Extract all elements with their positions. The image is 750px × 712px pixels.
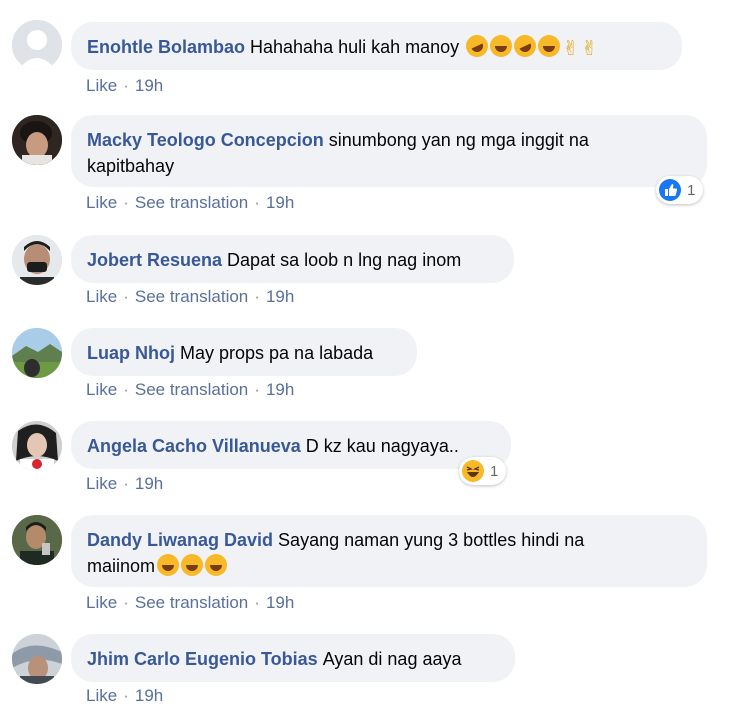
separator-dot: · (123, 474, 129, 493)
timestamp-link[interactable]: 19h (135, 686, 163, 705)
comment-bubble: Luap Nhoj May props pa na labada (71, 328, 417, 376)
comment-actions: Like · See translation · 19h (86, 193, 294, 213)
separator-dot: · (123, 686, 129, 705)
comment-actions: Like · See translation · 19h (86, 593, 294, 613)
reaction-count: 1 (490, 462, 499, 480)
avatar[interactable] (12, 634, 62, 684)
comment-actions: Like · 19h (86, 76, 163, 96)
comment-text: sinumbong yan ng mga inggit na (328, 130, 589, 150)
comment-author-link[interactable]: Macky Teologo Concepcion (87, 130, 324, 150)
comment-text-continued: kapitbahay (87, 156, 175, 176)
avatar[interactable] (12, 328, 62, 378)
avatar[interactable] (12, 20, 62, 70)
separator-dot: · (123, 593, 129, 612)
avatar[interactable] (12, 515, 62, 565)
comment-author-link[interactable]: Angela Cacho Villanueva (87, 436, 301, 456)
timestamp-link[interactable]: 19h (135, 474, 163, 493)
comment-actions: Like · 19h (86, 474, 163, 494)
separator-dot: · (254, 193, 260, 212)
separator-dot: · (254, 287, 260, 306)
rofl-emoji-icon (462, 31, 492, 61)
comment-author-link[interactable]: Enohtle Bolambao (87, 37, 245, 57)
separator-dot: · (123, 193, 129, 212)
see-translation-link[interactable]: See translation (135, 593, 248, 612)
timestamp-link[interactable]: 19h (266, 287, 294, 306)
see-translation-link[interactable]: See translation (135, 193, 248, 212)
like-link[interactable]: Like (86, 593, 117, 612)
haha-reaction-icon (462, 460, 484, 482)
victory-hand-icon: ✌ (562, 38, 579, 60)
separator-dot: · (254, 593, 260, 612)
like-link[interactable]: Like (86, 287, 117, 306)
comment-bubble: Jhim Carlo Eugenio Tobias Ayan di nag aay… (71, 634, 515, 682)
comment-author-link[interactable]: Dandy Liwanag David (87, 530, 273, 550)
comment-author-link[interactable]: Jobert Resuena (87, 250, 222, 270)
avatar[interactable] (12, 421, 62, 471)
see-translation-link[interactable]: See translation (135, 380, 248, 399)
avatar[interactable] (12, 115, 62, 165)
laugh-emoji-icon (490, 35, 513, 57)
comment-text: May props pa na labada (180, 343, 374, 363)
comment-bubble: Jobert Resuena Dapat sa loob n lng nag in… (71, 235, 514, 283)
like-reaction-icon (659, 179, 681, 201)
comment-text: Hahahaha huli kah manoy (250, 37, 460, 57)
timestamp-link[interactable]: 19h (135, 76, 163, 95)
comment-bubble: Enohtle Bolambao Hahahaha huli kah manoy … (71, 22, 682, 70)
avatar[interactable] (12, 235, 62, 285)
comment-bubble: Dandy Liwanag David Sayang naman yung 3 b… (71, 515, 707, 587)
separator-dot: · (123, 287, 129, 306)
comment-text: Sayang naman yung 3 bottles hindi na (278, 530, 585, 550)
separator-dot: · (254, 380, 260, 399)
comment-text: Ayan di nag aaya (322, 649, 462, 669)
timestamp-link[interactable]: 19h (266, 193, 294, 212)
reaction-count: 1 (687, 181, 696, 199)
comment-actions: Like · 19h (86, 686, 163, 706)
comment-text: Dapat sa loob n lng nag inom (227, 250, 462, 270)
timestamp-link[interactable]: 19h (266, 380, 294, 399)
comment-text: D kz kau nagyaya.. (305, 436, 459, 456)
laugh-emoji-icon (538, 35, 561, 57)
like-link[interactable]: Like (86, 474, 117, 493)
comment-actions: Like · See translation · 19h (86, 380, 294, 400)
comment-author-link[interactable]: Luap Nhoj (87, 343, 175, 363)
reaction-badge[interactable]: 1 (656, 176, 704, 204)
comment-author-link[interactable]: Jhim Carlo Eugenio Tobias (87, 649, 318, 669)
victory-hand-icon: ✌ (580, 38, 598, 60)
rofl-emoji-icon (510, 31, 540, 61)
comment-text-continued: maiinom (87, 556, 156, 576)
laugh-emoji-icon (157, 554, 180, 576)
comment-bubble: Angela Cacho Villanueva D kz kau nagyaya.… (71, 421, 511, 469)
comment-bubble: Macky Teologo Concepcion sinumbong yan ng… (71, 115, 707, 187)
like-link[interactable]: Like (86, 193, 117, 212)
comment-actions: Like · See translation · 19h (86, 287, 294, 307)
like-link[interactable]: Like (86, 76, 117, 95)
separator-dot: · (123, 76, 129, 95)
laugh-emoji-icon (181, 554, 204, 576)
like-link[interactable]: Like (86, 686, 117, 705)
laugh-emoji-icon (205, 554, 228, 576)
see-translation-link[interactable]: See translation (135, 287, 248, 306)
timestamp-link[interactable]: 19h (266, 593, 294, 612)
reaction-badge[interactable]: 1 (459, 457, 507, 485)
like-link[interactable]: Like (86, 380, 117, 399)
separator-dot: · (123, 380, 129, 399)
